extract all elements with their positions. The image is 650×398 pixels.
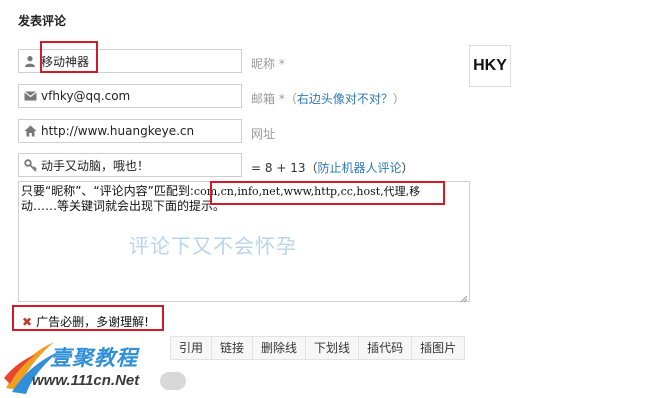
- url-field[interactable]: http://www.huangkeye.cn: [18, 119, 242, 143]
- underline-button[interactable]: 下划线: [306, 337, 360, 359]
- home-icon: [19, 120, 41, 142]
- insert-image-button[interactable]: 插图片: [412, 337, 464, 359]
- comment-textarea[interactable]: 只要“昵称”、“评论内容”匹配到:com,cn,info,net,www,htt…: [18, 181, 470, 303]
- comment-watermark: 评论下又不会怀孕: [129, 234, 297, 258]
- email-label-text: 邮箱 *（: [251, 92, 297, 106]
- name-field[interactable]: 移动神器: [18, 49, 242, 73]
- strikethrough-button[interactable]: 删除线: [253, 337, 307, 359]
- comment-form-title: 发表评论: [18, 14, 67, 28]
- close-icon: ✖: [22, 314, 33, 329]
- email-field[interactable]: vfhky@qq.com: [18, 84, 242, 108]
- editor-toolbar: 引用 链接 删除线 下划线 插代码 插图片: [170, 336, 466, 360]
- key-icon: [19, 154, 41, 176]
- comment-text: 只要“昵称”、“评论内容”匹配到:com,cn,info,net,www,htt…: [21, 184, 465, 214]
- captcha-value: 动手又动脑，哦也！: [41, 158, 150, 173]
- comment-text-part2: 动……等关键词就会出现下面的提示。: [21, 199, 226, 213]
- email-value: vfhky@qq.com: [41, 89, 131, 103]
- link-button[interactable]: 链接: [212, 337, 254, 359]
- ad-warning-text: 广告必删，多谢理解!: [36, 315, 149, 329]
- url-label: 网址: [251, 127, 276, 141]
- insert-code-button[interactable]: 插代码: [359, 337, 413, 359]
- quote-button[interactable]: 引用: [171, 337, 213, 359]
- comment-text-part1: 只要“昵称”、“评论内容”匹配到:: [21, 184, 194, 198]
- avatar: HKY: [469, 45, 511, 87]
- url-value: http://www.huangkeye.cn: [41, 124, 195, 138]
- name-label: 昵称 *: [251, 57, 285, 71]
- ad-warning: ✖ 广告必删，多谢理解!: [22, 313, 149, 330]
- avatar-check-link[interactable]: 右边头像对不对？: [297, 92, 393, 106]
- captcha-label: = 8 + 13（防止机器人评论）: [251, 159, 414, 176]
- captcha-field[interactable]: 动手又动脑，哦也！: [18, 153, 242, 177]
- mail-icon: [19, 85, 41, 107]
- logo-cn-text: 壹聚教程: [50, 346, 138, 370]
- captcha-equation: = 8 + 13（: [251, 161, 318, 175]
- captcha-label-close: ）: [401, 161, 414, 175]
- email-label-close: ）: [392, 92, 405, 106]
- site-logo: 壹聚教程 www.111cn.Net: [2, 338, 172, 396]
- user-icon: [19, 50, 41, 72]
- comment-keywords: com,cn,info,net,www,http,cc,host,代理,移: [193, 185, 421, 198]
- resize-handle-icon[interactable]: [460, 292, 468, 303]
- email-label: 邮箱 *（右边头像对不对？）: [251, 90, 405, 107]
- anti-robot-link[interactable]: 防止机器人评论: [317, 161, 401, 175]
- logo-en-text: www.111cn.Net: [32, 372, 140, 389]
- name-value: 移动神器: [41, 54, 90, 69]
